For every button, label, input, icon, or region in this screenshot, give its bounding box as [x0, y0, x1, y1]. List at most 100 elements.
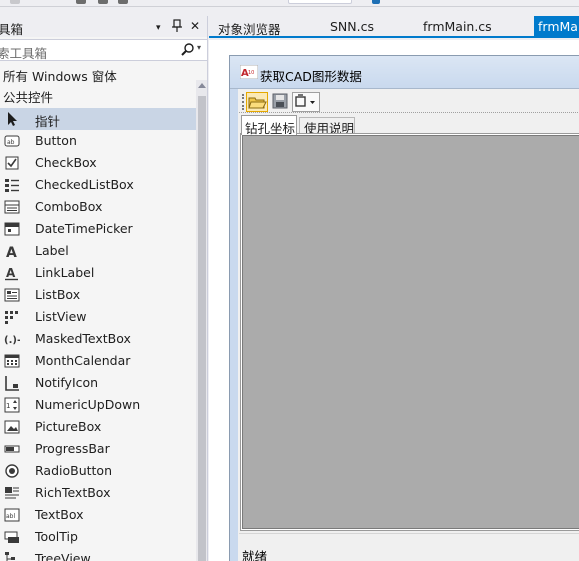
toolbox-item-checkedlistbox[interactable]: CheckedListBox: [0, 174, 196, 196]
scrollbar-thumb[interactable]: [198, 96, 206, 561]
toolbox-item-datetimepicker[interactable]: DateTimePicker: [0, 218, 196, 240]
toolbox-item-richtextbox[interactable]: RichTextBox: [0, 482, 196, 504]
open-folder-icon[interactable]: [246, 92, 268, 112]
toolbox-title: 具箱: [0, 22, 24, 37]
toolbox-item-label: CheckedListBox: [35, 177, 134, 192]
toolbox-item-textbox[interactable]: abl TextBox: [0, 504, 196, 526]
search-options-icon[interactable]: ▾: [197, 43, 201, 52]
toolbox-item-pointer[interactable]: 指针: [0, 108, 196, 130]
tab-instructions[interactable]: 使用说明: [299, 117, 355, 136]
toolbox-item-progressbar[interactable]: ProgressBar: [0, 438, 196, 460]
main-toolbar: [0, 0, 579, 7]
toolbox-item-label: DateTimePicker: [35, 221, 133, 236]
tab-snn-cs[interactable]: SNN.cs: [330, 16, 374, 36]
svg-text:abl: abl: [6, 513, 15, 520]
svg-text:(.)-: (.)-: [4, 335, 20, 346]
toolbox-search-input[interactable]: 索工具箱 ▾: [0, 39, 207, 61]
textbox-icon: abl: [4, 507, 20, 523]
tab-frmmain-cs[interactable]: frmMain.cs: [423, 16, 492, 36]
toolbox-item-listbox[interactable]: ListBox: [0, 284, 196, 306]
form-title-bar: A 10 获取CAD图形数据: [230, 56, 579, 89]
notifyicon-icon: [4, 375, 20, 391]
data-grid-view[interactable]: [242, 135, 579, 529]
maskedtextbox-icon: (.)-: [4, 331, 21, 347]
toolbox-item-maskedtextbox[interactable]: (.)- MaskedTextBox: [0, 328, 196, 350]
tab-drill-coordinates[interactable]: 钻孔坐标: [241, 115, 297, 136]
toolbox-item-linklabel[interactable]: A LinkLabel: [0, 262, 196, 284]
toolbox-item-treeview[interactable]: TreeView: [0, 548, 196, 561]
tab-control: 钻孔坐标 使用说明: [239, 115, 579, 531]
checkbox-icon: [4, 155, 20, 171]
toolbar-button[interactable]: [98, 0, 108, 4]
toolbox-title-bar: 具箱 ▾ ✕: [0, 16, 207, 37]
svg-text:A: A: [6, 245, 17, 259]
form-left-border: [230, 89, 238, 561]
toolbox-item-checkbox[interactable]: CheckBox: [0, 152, 196, 174]
toolbox-item-label: LinkLabel: [35, 265, 95, 280]
form-toolstrip: [239, 91, 579, 113]
pointer-icon: [4, 111, 20, 127]
tooltip-icon: [4, 529, 20, 545]
autocad-icon: A 10: [239, 64, 259, 80]
toolbox-item-label: RadioButton: [35, 463, 112, 478]
toolbar-button[interactable]: [76, 0, 86, 4]
save-icon[interactable]: [270, 92, 292, 112]
toolbox-item-button[interactable]: ab Button: [0, 130, 196, 152]
toolbox-item-label: 指针: [35, 114, 61, 129]
listbox-icon: [4, 287, 20, 303]
search-placeholder: 索工具箱: [0, 46, 48, 61]
toolbox-item-label: CheckBox: [35, 155, 97, 170]
combobox-icon: [4, 199, 20, 215]
visual-studio-window: 具箱 ▾ ✕ 索工具箱 ▾ 所有 Windows 窗体 公共控件 指针 ab But…: [0, 0, 579, 561]
toolbar-button[interactable]: [372, 0, 380, 4]
radiobutton-icon: [4, 463, 20, 479]
toolbox-item-label: ToolTip: [35, 529, 78, 544]
toolbar-button[interactable]: [10, 0, 20, 4]
status-label: 就绪: [242, 549, 268, 561]
toolbar-button[interactable]: [118, 0, 128, 4]
toolbox-item-label: TreeView: [35, 551, 91, 561]
toolbar-combo[interactable]: [288, 0, 352, 4]
toolbox-item-combobox[interactable]: ComboBox: [0, 196, 196, 218]
toolbox-item-listview[interactable]: ListView: [0, 306, 196, 328]
toolbox-item-label: RichTextBox: [35, 485, 111, 500]
scroll-up-icon[interactable]: [198, 83, 206, 88]
form-frmmain[interactable]: A 10 获取CAD图形数据 钻孔坐标 使用说明 就绪: [229, 55, 579, 561]
panel-dropdown-icon[interactable]: ▾: [156, 21, 161, 35]
datetimepicker-icon: [4, 221, 20, 237]
toolbox-item-label: ListBox: [35, 287, 81, 302]
category-all-windows-forms[interactable]: 所有 Windows 窗体: [3, 66, 117, 85]
designer-surface: A 10 获取CAD图形数据 钻孔坐标 使用说明 就绪: [209, 40, 579, 561]
dropdown-button-icon[interactable]: [292, 92, 320, 112]
search-icon[interactable]: [180, 42, 196, 58]
pin-icon[interactable]: [172, 19, 182, 36]
toolbox-item-label: NotifyIcon: [35, 375, 99, 390]
close-icon[interactable]: ✕: [190, 19, 200, 33]
document-tab-bar: 对象浏览器 SNN.cs frmMain.cs frmMain: [209, 16, 579, 38]
toolbox-item-numericupdown[interactable]: 1 NumericUpDown: [0, 394, 196, 416]
toolbox-item-label: ListView: [35, 309, 87, 324]
tab-object-browser[interactable]: 对象浏览器: [218, 16, 281, 37]
button-icon: ab: [4, 133, 20, 149]
toolstrip-grip[interactable]: [242, 94, 244, 110]
toolbox-item-label: MaskedTextBox: [35, 331, 131, 346]
toolbox-item-radiobutton[interactable]: RadioButton: [0, 460, 196, 482]
category-common-controls[interactable]: 公共控件: [3, 87, 53, 106]
toolbox-item-tooltip[interactable]: ToolTip: [0, 526, 196, 548]
svg-text:10: 10: [248, 70, 254, 76]
treeview-icon: [4, 551, 20, 561]
richtextbox-icon: [4, 485, 20, 501]
toolbox-panel: 具箱 ▾ ✕ 索工具箱 ▾ 所有 Windows 窗体 公共控件 指针 ab But…: [0, 16, 208, 561]
tab-frmmain-designer[interactable]: frmMain: [534, 16, 579, 36]
toolbox-item-notifyicon[interactable]: NotifyIcon: [0, 372, 196, 394]
checkedlistbox-icon: [4, 177, 20, 193]
toolbox-item-monthcalendar[interactable]: MonthCalendar: [0, 350, 196, 372]
toolbox-item-label[interactable]: A Label: [0, 240, 196, 262]
toolbox-item-picturebox[interactable]: PictureBox: [0, 416, 196, 438]
toolbox-item-label: PictureBox: [35, 419, 102, 434]
svg-text:ab: ab: [7, 139, 15, 146]
toolbox-list: 所有 Windows 窗体 公共控件 指针 ab Button CheckBox Che…: [0, 63, 196, 561]
tab-page-drill-coordinates: [240, 133, 579, 531]
listview-icon: [4, 309, 20, 325]
toolbox-scrollbar[interactable]: [196, 80, 207, 561]
